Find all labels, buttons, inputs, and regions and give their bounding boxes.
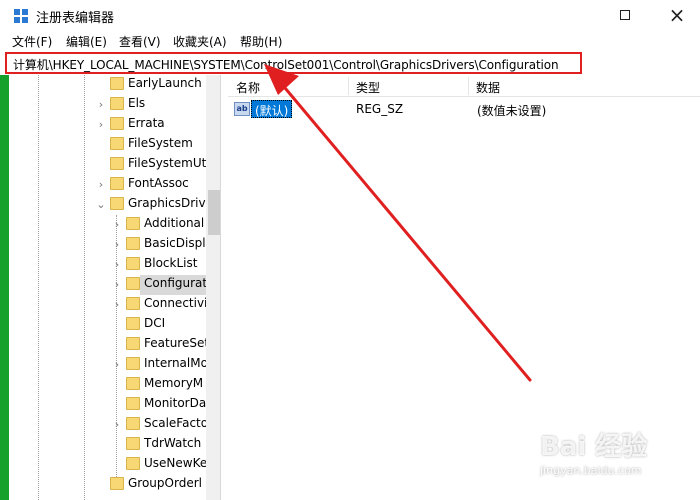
folder-icon xyxy=(126,337,140,350)
tree-item-label: FontAssoc xyxy=(128,176,189,190)
chevron-icon[interactable]: › xyxy=(96,118,106,131)
folder-icon xyxy=(110,97,124,110)
watermark-url: jingyan.baidu.com xyxy=(540,464,642,477)
tree-item-label: FeatureSet xyxy=(144,336,210,350)
chevron-icon[interactable]: › xyxy=(112,278,122,291)
tree-item-label: FileSystemUti xyxy=(128,156,210,170)
tree-scrollbar[interactable] xyxy=(206,75,220,500)
folder-icon xyxy=(126,257,140,270)
window-title: 注册表编辑器 xyxy=(36,11,115,26)
folder-icon xyxy=(126,357,140,370)
chevron-icon[interactable]: › xyxy=(96,178,106,191)
key-tree-pane[interactable]: EarlyLaunch › Els › Errata FileSystem Fi… xyxy=(0,75,221,500)
tree-item-label: DCI xyxy=(144,316,166,330)
tree-item-label: FileSystem xyxy=(128,136,193,150)
folder-icon xyxy=(110,157,124,170)
tree-item-label: MonitorDa xyxy=(144,396,207,410)
folder-icon xyxy=(110,77,124,90)
chevron-down-icon[interactable]: ⌄ xyxy=(96,198,106,211)
column-header-name[interactable]: 名称 xyxy=(236,79,260,96)
folder-icon xyxy=(126,417,140,430)
maximize-icon xyxy=(620,10,630,20)
folder-icon xyxy=(126,217,140,230)
chevron-icon[interactable]: › xyxy=(112,238,122,251)
menu-view[interactable]: 查看(V) xyxy=(119,33,161,50)
value-type: REG_SZ xyxy=(356,102,404,116)
folder-icon xyxy=(126,437,140,450)
window-edge-strip xyxy=(0,75,9,500)
folder-icon xyxy=(110,177,124,190)
tree-item-label: Configurat xyxy=(144,276,208,290)
folder-icon xyxy=(110,137,124,150)
chevron-icon[interactable]: › xyxy=(112,298,122,311)
tree-item-label: Errata xyxy=(128,116,165,130)
title-bar: 注册表编辑器 × xyxy=(0,0,700,31)
folder-icon xyxy=(126,317,140,330)
close-button[interactable]: × xyxy=(654,0,700,31)
folder-icon xyxy=(126,277,140,290)
address-path: 计算机\HKEY_LOCAL_MACHINE\SYSTEM\ControlSet… xyxy=(13,58,559,72)
folder-icon xyxy=(126,237,140,250)
address-bar[interactable]: 计算机\HKEY_LOCAL_MACHINE\SYSTEM\ControlSet… xyxy=(5,52,582,74)
tree-item-label: Connectivi xyxy=(144,296,208,310)
chevron-icon[interactable]: › xyxy=(112,418,122,431)
folder-icon xyxy=(110,197,124,210)
tree-item-label: GraphicsDriv xyxy=(128,196,206,210)
maximize-button[interactable] xyxy=(608,0,654,31)
column-separator[interactable] xyxy=(348,77,349,95)
tree-item-label: InternalMo xyxy=(144,356,208,370)
watermark-logo: Bai 经验 xyxy=(540,432,648,462)
tree-item-label: UseNewKe xyxy=(144,456,208,470)
baidu-watermark: Bai 经验 jingyan.baidu.com xyxy=(540,424,700,500)
tree-guide-line xyxy=(38,75,39,500)
tree-item-label: TdrWatch xyxy=(144,436,202,450)
tree-guide-line xyxy=(116,215,117,485)
folder-icon xyxy=(110,117,124,130)
folder-icon xyxy=(126,457,140,470)
list-header: 名称 类型 数据 xyxy=(228,75,700,97)
tree-item-label: BasicDispl xyxy=(144,236,206,250)
chevron-icon[interactable]: › xyxy=(112,218,122,231)
folder-icon xyxy=(126,297,140,310)
tree-item-label: Additional xyxy=(144,216,205,230)
menu-bar: 文件(F) 编辑(E) 查看(V) 收藏夹(A) 帮助(H) xyxy=(0,31,700,51)
tree-item-label: EarlyLaunch xyxy=(128,76,202,90)
column-header-data[interactable]: 数据 xyxy=(476,79,500,96)
tree-scrollbar-thumb[interactable] xyxy=(208,190,220,235)
registry-editor-icon xyxy=(14,9,28,23)
chevron-icon[interactable]: › xyxy=(112,258,122,271)
tree-item-label: Els xyxy=(128,96,146,110)
folder-icon xyxy=(126,397,140,410)
menu-file[interactable]: 文件(F) xyxy=(12,33,52,50)
tree-guide-line xyxy=(84,75,85,500)
column-header-type[interactable]: 类型 xyxy=(356,79,380,96)
value-data: (数值未设置) xyxy=(477,104,547,118)
tree-item-label: GroupOrderl xyxy=(128,476,202,490)
tree-item-label: MemoryM xyxy=(144,376,204,390)
menu-edit[interactable]: 编辑(E) xyxy=(66,33,107,50)
chevron-icon[interactable]: › xyxy=(112,358,122,371)
string-value-icon: ab xyxy=(234,102,250,116)
menu-favorites[interactable]: 收藏夹(A) xyxy=(173,33,227,50)
table-row[interactable]: ab (默认) REG_SZ (数值未设置) xyxy=(234,100,694,120)
folder-icon xyxy=(126,377,140,390)
value-name[interactable]: (默认) xyxy=(251,100,293,118)
menu-help[interactable]: 帮助(H) xyxy=(240,33,282,50)
column-separator[interactable] xyxy=(468,77,469,95)
tree-item-label: ScaleFacto xyxy=(144,416,209,430)
folder-icon xyxy=(110,477,124,490)
tree-item-label: BlockList xyxy=(144,256,198,270)
chevron-icon[interactable]: › xyxy=(96,98,106,111)
